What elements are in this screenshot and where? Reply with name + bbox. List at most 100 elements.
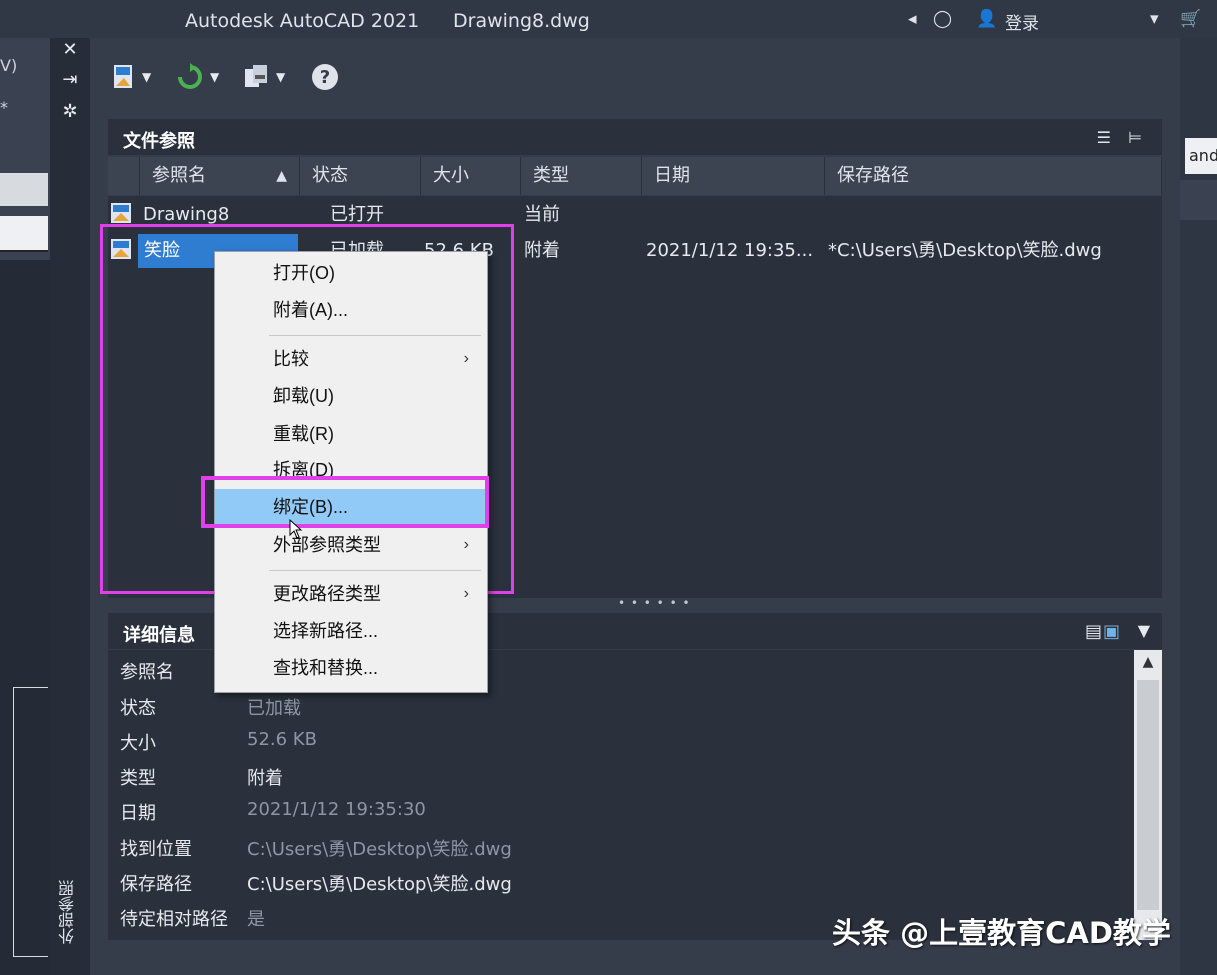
view-toggle-icons[interactable]: ☰ ⊨ [1097,128,1148,147]
column-header-name[interactable]: 参照名 ▲ [140,157,300,195]
mouse-cursor-icon [289,519,303,539]
user-icon[interactable]: 👤 [976,9,997,29]
details-scrollbar[interactable]: ▲ [1134,650,1162,940]
menu-separator [269,335,481,336]
details-panel: 参照名 状态 已加载 大小 52.6 KB 类型 附着 日期 2021/1/12… [108,650,1134,940]
close-icon[interactable]: ✕ [60,40,80,60]
menu-item-compare[interactable]: 比较 › [215,341,487,377]
submenu-arrow-icon: › [463,536,469,553]
palette-side-strip: ✕ ⇥ ✲ [50,38,91,975]
menu-item-label: 选择新路径... [273,621,379,641]
refresh-icon [178,63,202,89]
details-view-icon[interactable]: ▤ [1085,621,1102,642]
menu-separator [269,570,481,571]
menu-item-xref-type[interactable]: 外部参照类型 › [215,527,487,563]
drawing-rectangle [13,687,48,957]
menu-item-label: 卸载(U) [273,386,334,406]
drawing-background-left: V) * [0,38,50,975]
login-link[interactable]: 登录 [1005,9,1039,34]
detail-label: 状态 [120,698,156,719]
dropdown-caret-icon[interactable]: ▾ [1150,9,1159,29]
drawing-file-icon [111,203,131,223]
detail-value: 2021/1/12 19:35:30 [247,799,426,820]
scroll-up-icon[interactable]: ▲ [1134,654,1162,670]
help-button[interactable]: ? [311,62,339,92]
detail-value: 是 [247,909,265,930]
watermark: 头条 @上壹教育CAD教学 [832,916,1171,950]
right-ribbon-fragment [1180,180,1217,220]
xref-row-type: 当前 [524,204,560,225]
back-arrow-icon[interactable]: ◂ [908,9,917,29]
auto-hide-icon[interactable]: ⇥ [60,70,80,90]
column-label: 参照名 [152,165,206,186]
detail-label: 找到位置 [120,839,192,860]
splitter-grip-icon: • • • • • • [618,596,691,610]
properties-icon[interactable]: ✲ [60,102,80,122]
detail-label: 大小 [120,733,156,754]
menu-item-label: 更改路径类型 [273,584,381,604]
document-title: Drawing8.dwg [453,10,590,32]
column-header-date[interactable]: 日期 [642,157,825,195]
menu-item-select-new-path[interactable]: 选择新路径... [215,613,487,649]
menu-item-label: 查找和替换... [273,658,379,678]
xref-row-type: 附着 [524,240,560,261]
preview-icon[interactable]: ▣ [1103,621,1120,642]
palette-vertical-title: 外部参照 [58,880,77,944]
detail-label: 类型 [120,768,156,789]
menu-item-label: 附着(A)... [273,300,348,320]
path-dropdown-icon[interactable]: ▼ [276,70,285,84]
detail-label: 日期 [120,803,156,824]
xref-row-date: 2021/1/12 19:35... [646,240,814,261]
help-icon: ? [312,64,338,90]
detail-value: 已加载 [247,698,301,719]
xref-row-path: *C:\Users\勇\Desktop\笑脸.dwg [828,240,1102,261]
detail-label: 参照名 [120,662,174,683]
detail-label: 待定相对路径 [120,909,228,930]
app-title: Autodesk AutoCAD 2021 [185,10,420,32]
ribbon-fragment [0,173,48,206]
detail-value[interactable]: C:\Users\勇\Desktop\笑脸.dwg [247,870,512,896]
sort-ascending-icon: ▲ [276,168,287,184]
refresh-button[interactable]: ▼ [176,62,219,92]
column-header-size[interactable]: 大小 [421,157,521,195]
drawing-area[interactable] [0,260,50,975]
details-title: 详细信息 [123,625,195,646]
menu-item-reload[interactable]: 重载(R) [215,416,487,452]
menu-item-change-path-type[interactable]: 更改路径类型 › [215,576,487,612]
details-collapse-icon[interactable]: ▼ [1138,621,1150,640]
detail-label: 保存路径 [120,874,192,895]
drawing-background-right: and [1180,38,1217,975]
attach-dwg-button[interactable]: ▼ [112,62,151,92]
refresh-dropdown-icon[interactable]: ▼ [210,70,219,84]
path-icon [245,65,267,87]
menu-item-attach[interactable]: 附着(A)... [215,292,487,328]
menu-fragment: V) [0,56,18,75]
attach-dropdown-icon[interactable]: ▼ [142,70,151,84]
file-references-title: 文件参照 [123,131,195,152]
column-icon-header [108,157,140,195]
file-references-header: 文件参照 ☰ ⊨ [108,119,1162,155]
search-icon[interactable]: ◯ [933,9,952,29]
cart-icon[interactable]: 🛒 [1180,9,1201,29]
column-header-status[interactable]: 状态 [300,157,421,195]
menu-item-open[interactable]: 打开(O) [215,255,487,291]
title-bar: Autodesk AutoCAD 2021 Drawing8.dwg ◂ ◯ 👤… [0,0,1217,38]
menu-item-unload[interactable]: 卸载(U) [215,378,487,414]
change-path-button[interactable]: ▼ [242,62,285,92]
detail-value: C:\Users\勇\Desktop\笑脸.dwg [247,839,512,860]
detail-value[interactable]: 附着 [247,764,283,790]
tab-fragment: * [0,98,8,117]
column-header-type[interactable]: 类型 [521,157,642,195]
detail-value: 52.6 KB [247,729,317,750]
annotation-bind-highlight [201,476,489,528]
menu-item-label: 打开(O) [273,263,335,283]
submenu-arrow-icon: › [463,350,469,367]
right-tab-fragment: and [1185,138,1217,174]
column-header-saved-path[interactable]: 保存路径 [825,157,1162,195]
menu-item-label: 重载(R) [273,424,334,444]
menu-item-label: 比较 [273,349,309,369]
svg-text:?: ? [320,67,330,88]
submenu-arrow-icon: › [463,585,469,602]
scrollbar-thumb[interactable] [1137,680,1159,910]
menu-item-find-replace[interactable]: 查找和替换... [215,650,487,686]
